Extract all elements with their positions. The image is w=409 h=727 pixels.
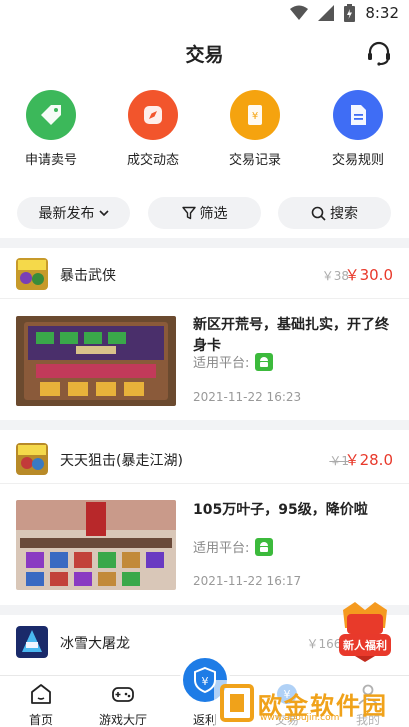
filter-row: 最新发布 筛选 搜索 <box>0 197 409 231</box>
section-separator <box>0 238 409 248</box>
wifi-icon <box>290 5 309 20</box>
watermark: 欧金软件园 www.apoujin.com <box>214 680 409 727</box>
status-bar: 8:32 <box>0 0 409 28</box>
tab-label-home: 首页 <box>28 713 53 727</box>
svg-text:¥: ¥ <box>202 675 209 688</box>
platform-label: 适用平台: <box>193 356 250 371</box>
game-name: 冰雪大屠龙 <box>60 636 130 652</box>
card-divider <box>0 298 409 299</box>
search-label: 搜索 <box>330 206 358 222</box>
listing-thumbnail[interactable] <box>16 500 176 590</box>
chevron-down-icon <box>98 210 109 217</box>
tab-label-game-hall: 游戏大厅 <box>98 713 147 727</box>
tag-icon <box>26 90 76 140</box>
game-name: 暴击武侠 <box>60 268 116 284</box>
card-divider <box>0 483 409 484</box>
filter-label: 筛选 <box>199 206 228 222</box>
watermark-url: www.apoujin.com <box>260 713 340 723</box>
sale-price: ￥30.0 <box>344 266 393 284</box>
gamepad-icon <box>112 687 134 702</box>
android-icon <box>255 537 274 556</box>
headset-icon[interactable] <box>365 40 393 68</box>
document-icon <box>333 90 383 140</box>
tab-home[interactable]: 首页 <box>0 676 82 727</box>
battery-icon <box>344 4 356 22</box>
tab-game-hall[interactable]: 游戏大厅 <box>82 676 164 727</box>
quick-trade-records[interactable]: ¥ 交易记录 <box>214 90 296 168</box>
game-name: 天天狙击(暴走江湖) <box>60 453 183 469</box>
quick-label-deal-news: 成交动态 <box>126 153 179 168</box>
quick-label-trade-rules: 交易规则 <box>331 153 384 168</box>
platform-label: 适用平台: <box>193 541 250 556</box>
listing-thumbnail[interactable] <box>16 316 176 406</box>
listing-title[interactable]: 新区开荒号，基础扎实，开了终身卡 <box>193 315 393 357</box>
promo-label: 新人福利 <box>343 639 387 652</box>
yen-document-icon: ¥ <box>230 90 280 140</box>
platform-row: 适用平台: <box>193 352 274 371</box>
page-title: 交易 <box>185 44 224 66</box>
listing-header[interactable]: 天天狙击(暴走江湖) ￥1 ￥28.0 <box>0 437 409 481</box>
listing-header[interactable]: 暴击武侠 ￥38 ￥30.0 <box>0 252 409 296</box>
android-icon <box>255 352 274 371</box>
search-icon <box>311 206 326 221</box>
signal-icon <box>318 5 335 21</box>
watermark-logo <box>220 684 254 722</box>
listing-time: 2021-11-22 16:17 <box>193 574 302 588</box>
home-icon <box>31 684 51 704</box>
sort-dropdown[interactable]: 最新发布 <box>17 197 130 229</box>
game-logo <box>16 443 48 475</box>
quick-label-trade-records: 交易记录 <box>228 153 281 168</box>
sort-label: 最新发布 <box>38 206 95 222</box>
sale-price: ￥28.0 <box>344 451 393 469</box>
quick-trade-rules[interactable]: 交易规则 <box>317 90 399 168</box>
quick-label-apply-sell: 申请卖号 <box>24 153 77 168</box>
funnel-icon <box>181 206 196 220</box>
filter-button[interactable]: 筛选 <box>148 197 261 229</box>
compass-icon <box>128 90 178 140</box>
listing-time: 2021-11-22 16:23 <box>193 390 302 404</box>
game-logo <box>16 626 48 658</box>
game-logo <box>16 258 48 290</box>
search-button[interactable]: 搜索 <box>278 197 391 229</box>
quick-apply-sell[interactable]: 申请卖号 <box>10 90 92 168</box>
listing-title[interactable]: 105万叶子，95级，降价啦 <box>193 500 393 521</box>
title-bar: 交易 <box>0 28 409 80</box>
new-user-promo[interactable]: 新人福利 <box>335 600 395 662</box>
section-separator <box>0 420 409 430</box>
quick-deal-news[interactable]: 成交动态 <box>112 90 194 168</box>
platform-row: 适用平台: <box>193 537 274 556</box>
quick-actions: 申请卖号 成交动态 ¥ 交易记录 交易规则 <box>0 90 409 170</box>
status-time: 8:32 <box>365 4 399 22</box>
svg-text:¥: ¥ <box>252 111 258 122</box>
